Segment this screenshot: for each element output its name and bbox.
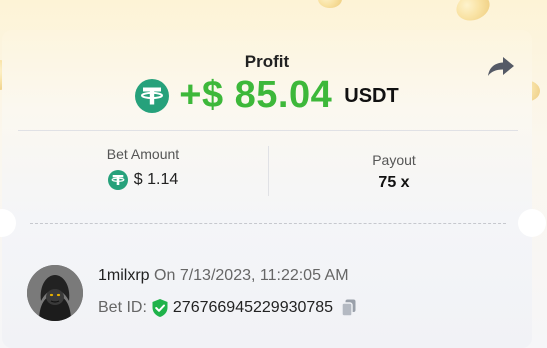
profit-amount: +$ 85.04 — [179, 74, 333, 116]
profit-label: Profit — [244, 52, 290, 71]
background-coin — [452, 0, 494, 26]
copy-icon[interactable] — [339, 298, 359, 318]
on-label: On — [154, 267, 176, 284]
verified-shield-icon — [152, 299, 168, 317]
ticket-notch-left — [0, 209, 16, 237]
bet-amount-label: Bet Amount — [106, 146, 180, 162]
bet-amount-section: Bet Amount $ 1.14 — [18, 146, 268, 190]
profit-amount-row: +$ 85.04 USDT — [2, 74, 532, 117]
bet-details-card: Profit +$ 85.04 USDT Bet Amount $ 1.14 P… — [0, 30, 546, 348]
bet-id-label: Bet ID: — [98, 299, 147, 316]
player-info-line: 1milxrp On 7/13/2023, 11:22:05 AM — [98, 267, 349, 285]
payout-value: 75 x — [378, 174, 410, 191]
profit-currency: USDT — [344, 85, 399, 107]
payout-label: Payout — [372, 152, 416, 168]
payout-section: Payout 75 x — [270, 146, 518, 192]
divider — [18, 130, 518, 131]
bet-amount-value: $ 1.14 — [133, 171, 179, 188]
bet-amount-value-row: $ 1.14 — [18, 170, 268, 190]
avatar[interactable] — [27, 265, 83, 321]
background-coin — [318, 0, 342, 8]
bet-id-line: Bet ID: 276766945229930785 — [98, 298, 359, 318]
tether-icon — [135, 78, 170, 113]
tether-icon — [107, 170, 128, 190]
username[interactable]: 1milxrp — [98, 267, 150, 284]
bet-id-value: 276766945229930785 — [172, 299, 334, 316]
vertical-divider — [268, 146, 269, 196]
ticket-notch-right — [518, 209, 546, 237]
bet-datetime: 7/13/2023, 11:22:05 AM — [179, 267, 349, 284]
dashed-separator — [30, 223, 506, 224]
